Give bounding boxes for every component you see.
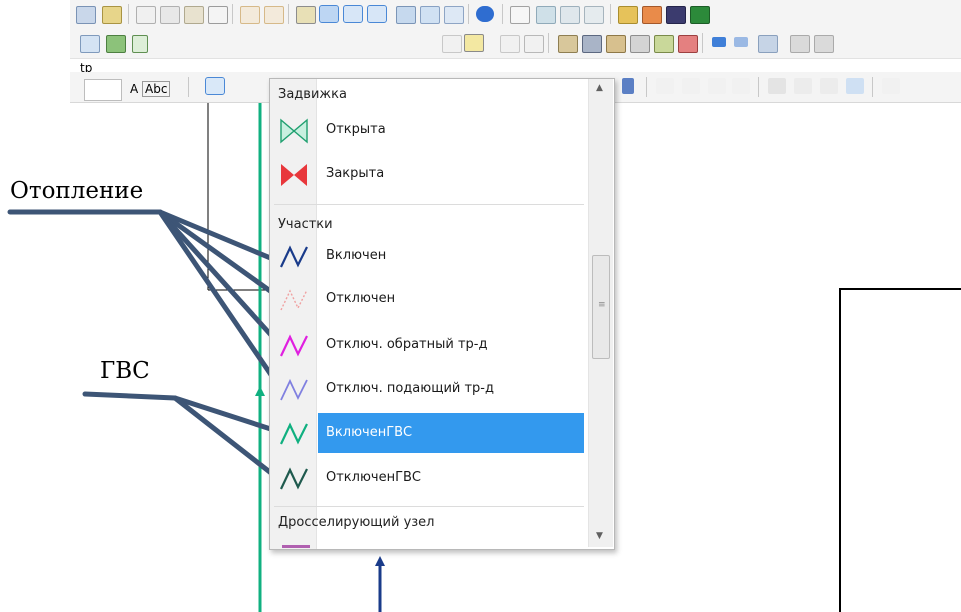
hot-water-on-label: ВключенГВС bbox=[326, 425, 413, 440]
list-item-hot-water-on[interactable]: ВключенГВС bbox=[274, 413, 584, 453]
list-item-return-off[interactable]: Отключ. обратный тр-д bbox=[274, 328, 584, 364]
list-item-section-on[interactable]: Включен bbox=[274, 239, 584, 275]
valve-closed-label: Закрыта bbox=[326, 166, 385, 181]
arrow-head-icon bbox=[375, 556, 385, 566]
valve-open-icon bbox=[280, 118, 308, 144]
arrow-head-icon bbox=[255, 386, 265, 396]
scroll-up-icon[interactable]: ▲ bbox=[596, 83, 603, 93]
scrollbar-thumb[interactable]: ≡ bbox=[592, 255, 610, 359]
dropdown-separator bbox=[274, 506, 584, 507]
zigzag-magenta-icon bbox=[280, 334, 308, 357]
zigzag-darkgreen-icon bbox=[280, 467, 308, 490]
valve-open-label: Открыта bbox=[326, 122, 386, 137]
list-item-valve-closed[interactable]: Закрыта bbox=[274, 157, 584, 193]
dropdown-separator bbox=[274, 204, 584, 205]
valve-closed-icon bbox=[281, 164, 307, 186]
supply-off-label: Отключ. подающий тр-д bbox=[326, 381, 494, 396]
zigzag-lilac-icon bbox=[280, 378, 308, 401]
list-item-supply-off[interactable]: Отключ. подающий тр-д bbox=[274, 372, 584, 408]
zigzag-green-icon bbox=[280, 422, 308, 445]
group-header-valve: Задвижка bbox=[278, 87, 347, 102]
building-outline bbox=[839, 288, 961, 612]
section-off-label: Отключен bbox=[326, 291, 396, 306]
grip-icon: ≡ bbox=[598, 300, 606, 310]
list-item-hot-water-off[interactable]: ОтключенГВС bbox=[274, 461, 584, 497]
zigzag-dashed-icon bbox=[280, 289, 308, 311]
style-dropdown[interactable]: Задвижка Открыта Закрыта Участки Включен… bbox=[269, 78, 615, 550]
hot-water-annotation: ГВС bbox=[100, 358, 150, 384]
scroll-down-icon[interactable]: ▼ bbox=[596, 531, 603, 541]
list-item-section-off[interactable]: Отключен bbox=[274, 282, 584, 318]
heating-annotation: Отопление bbox=[10, 178, 144, 204]
list-item-valve-open[interactable]: Открыта bbox=[274, 113, 584, 149]
zigzag-line-icon bbox=[280, 245, 308, 268]
group-header-sections: Участки bbox=[278, 217, 333, 232]
dropdown-scrollbar[interactable]: ▲ ≡ ▼ bbox=[588, 79, 613, 547]
return-off-label: Отключ. обратный тр-д bbox=[326, 337, 488, 352]
group-header-throttle: Дросселирующий узел bbox=[278, 515, 435, 530]
section-on-label: Включен bbox=[326, 248, 387, 263]
hot-water-off-label: ОтключенГВС bbox=[326, 470, 422, 485]
throttle-swatch bbox=[282, 545, 310, 548]
heating-pointers bbox=[157, 209, 283, 391]
hot-water-pointers bbox=[82, 391, 283, 483]
